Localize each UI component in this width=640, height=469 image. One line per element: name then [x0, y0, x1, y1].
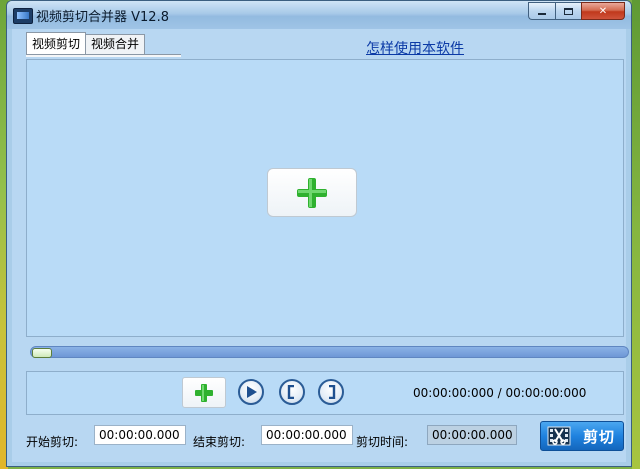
- help-link[interactable]: 怎样使用本软件: [366, 38, 464, 58]
- add-video-button[interactable]: [267, 168, 357, 217]
- set-end-button[interactable]: [318, 379, 344, 405]
- duration-field: 00:00:00.000: [427, 425, 517, 445]
- scissors-film-icon: [547, 426, 571, 446]
- plus-icon: [297, 177, 327, 208]
- tab-divider: [26, 54, 181, 57]
- maximize-icon: [564, 7, 573, 15]
- set-start-button[interactable]: [279, 379, 305, 405]
- tab-video-merge[interactable]: 视频合并: [85, 34, 146, 54]
- end-cut-label: 结束剪切:: [193, 435, 246, 449]
- start-cut-label: 开始剪切:: [26, 435, 79, 449]
- client-area: 视频剪切 视频合并 怎样使用本软件 00:00:00:000 / 00:00:0…: [12, 29, 629, 462]
- minimize-icon: [538, 13, 546, 15]
- cut-settings-row: 开始剪切: 00:00:00.000 结束剪切: 00:00:00.000 剪切…: [12, 421, 626, 453]
- window-controls: ✕: [528, 2, 625, 21]
- title-bar[interactable]: 视频剪切合并器 V12.8 ✕: [7, 1, 631, 29]
- add-file-button[interactable]: [182, 377, 226, 408]
- time-readout: 00:00:00:000 / 00:00:00:000: [413, 386, 587, 400]
- app-icon: [13, 8, 33, 24]
- duration-label: 剪切时间:: [356, 435, 409, 449]
- tab-strip: 视频剪切 视频合并: [26, 32, 146, 55]
- app-window: 视频剪切合并器 V12.8 ✕ 视频剪切 视频合并 怎样使用本软件 00:00:…: [6, 0, 632, 467]
- bracket-left-icon: [287, 385, 294, 399]
- video-preview-area[interactable]: [26, 59, 624, 337]
- window-title: 视频剪切合并器 V12.8: [36, 10, 169, 25]
- playback-controls: 00:00:00:000 / 00:00:00:000: [26, 371, 624, 415]
- plus-icon: [195, 383, 213, 402]
- close-button[interactable]: ✕: [581, 2, 625, 20]
- end-time-input[interactable]: 00:00:00.000: [261, 425, 353, 445]
- tab-video-cut[interactable]: 视频剪切: [26, 32, 87, 55]
- close-icon: ✕: [598, 5, 608, 17]
- cut-button-label: 剪切: [583, 427, 616, 446]
- play-button[interactable]: [238, 379, 264, 405]
- bracket-right-icon: [329, 385, 336, 399]
- desktop-background-right: [632, 0, 640, 469]
- maximize-button[interactable]: [555, 2, 581, 20]
- progress-slider-thumb[interactable]: [32, 348, 52, 358]
- cut-button[interactable]: 剪切: [540, 421, 624, 451]
- minimize-button[interactable]: [528, 2, 555, 20]
- play-icon: [247, 386, 257, 398]
- progress-slider[interactable]: [30, 346, 629, 358]
- start-time-input[interactable]: 00:00:00.000: [94, 425, 186, 445]
